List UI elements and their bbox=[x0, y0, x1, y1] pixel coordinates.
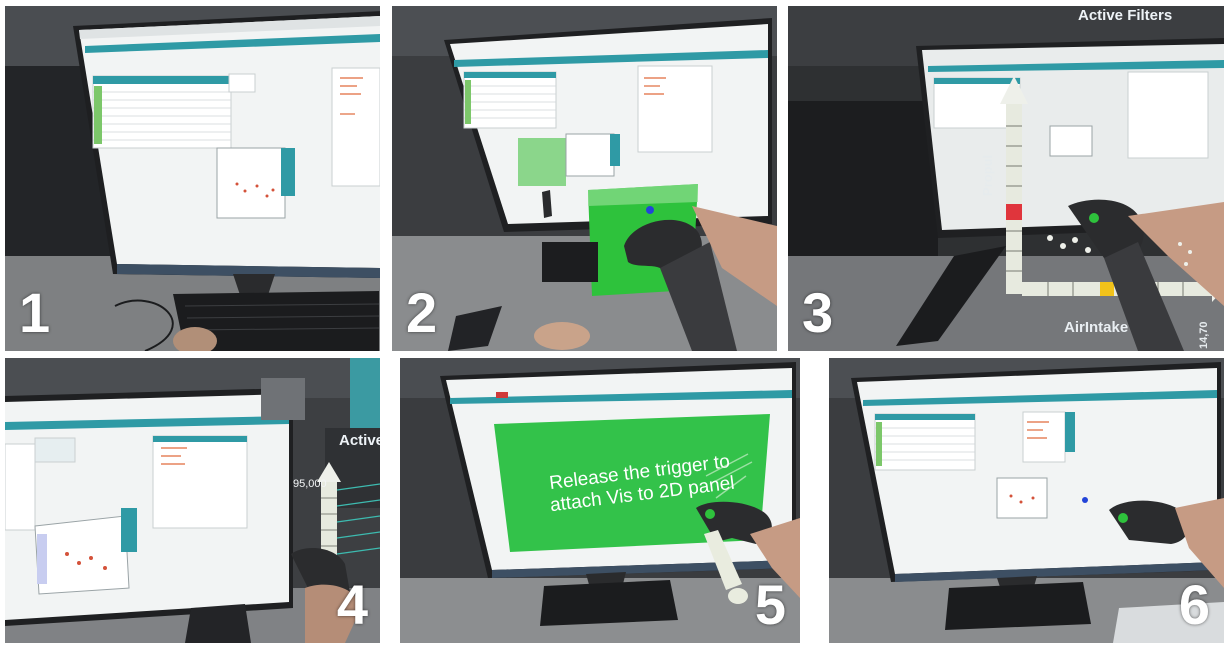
photo-panel-2: 2 bbox=[392, 6, 777, 351]
axis-tick-value: 14,70 bbox=[1198, 321, 1210, 349]
photo-panel-6: 6 bbox=[829, 358, 1224, 643]
axis-label-airintake: AirIntake bbox=[1064, 319, 1129, 336]
axis-value-label: 95,000 bbox=[293, 478, 327, 490]
photo-scene-2 bbox=[392, 6, 777, 351]
photo-scene-3 bbox=[788, 6, 1224, 351]
panel-number: 4 bbox=[336, 573, 368, 636]
photo-panel-4: Active Filt 95,000 4 bbox=[5, 358, 380, 643]
photo-panel-1: 1 bbox=[5, 6, 380, 351]
panel-number: 3 bbox=[802, 281, 834, 344]
panel-number: 2 bbox=[406, 281, 438, 344]
photo-panel-5: Release the trigger to attach Vis to 2D … bbox=[400, 358, 800, 643]
panel-number: 5 bbox=[754, 573, 786, 636]
photo-scene-6 bbox=[829, 358, 1224, 643]
photo-scene-4 bbox=[5, 358, 380, 643]
photo-panel-3: Active Filters Propul AirIntake 14,70 3 bbox=[788, 6, 1224, 351]
panel-number: 6 bbox=[1178, 573, 1210, 636]
photo-scene-1 bbox=[5, 6, 380, 351]
active-filters-label: Active Filters bbox=[1078, 7, 1173, 24]
panel-number: 1 bbox=[19, 281, 51, 344]
active-filters-label: Active Filt bbox=[339, 432, 380, 449]
vertical-axis-label: Propul bbox=[980, 154, 995, 196]
